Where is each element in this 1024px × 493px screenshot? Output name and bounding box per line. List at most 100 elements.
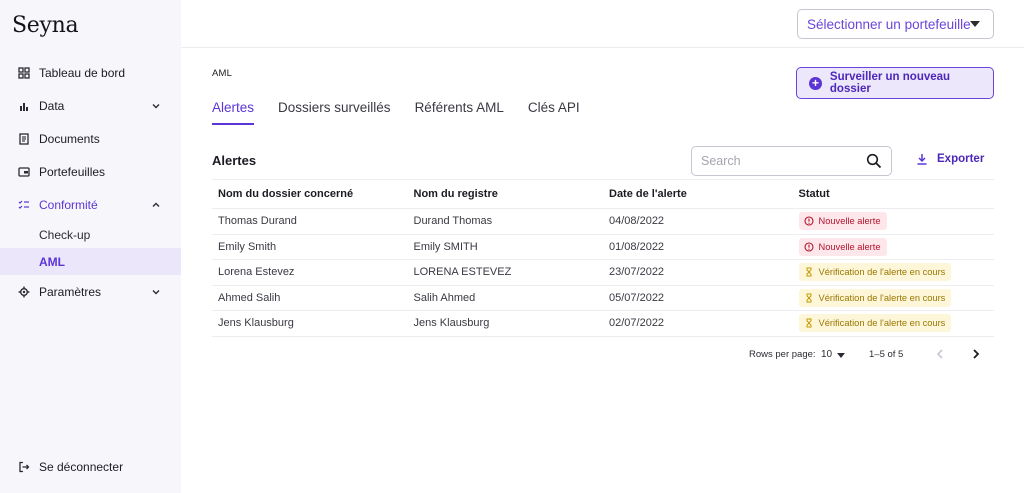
- sidebar-subitem-checkup[interactable]: Check-up: [0, 221, 181, 248]
- column-header-statut[interactable]: Statut: [799, 188, 995, 200]
- status-badge: Nouvelle alerte: [798, 237, 887, 256]
- sidebar-subitem-aml[interactable]: AML: [0, 248, 181, 275]
- status-badge: Vérification de l'alerte en cours: [798, 314, 952, 333]
- column-header-date[interactable]: Date de l'alerte: [603, 188, 799, 200]
- sidebar-item-data[interactable]: Data: [0, 92, 181, 119]
- topbar: Sélectionner un portefeuille: [181, 0, 1024, 48]
- cell-dossier: Thomas Durand: [218, 215, 297, 228]
- table-row[interactable]: Emily Smith Emily SMITH 01/08/2022 Nouve…: [212, 235, 995, 260]
- dashboard-icon: [18, 66, 30, 79]
- sidebar-item-conformite[interactable]: Conformité: [0, 191, 181, 218]
- table-row[interactable]: Jens Klausburg Jens Klausburg 02/07/2022…: [212, 311, 994, 337]
- status-badge: Vérification de l'alerte en cours: [798, 263, 952, 282]
- bar-chart-icon: [18, 100, 30, 112]
- search-input[interactable]: [692, 147, 852, 175]
- cell-statut: Nouvelle alerte: [798, 237, 995, 256]
- caret-down-icon: [970, 21, 980, 27]
- chevron-up-icon[interactable]: [151, 200, 161, 210]
- cell-dossier: Emily Smith: [218, 240, 277, 253]
- cell-statut: Nouvelle alerte: [798, 212, 995, 231]
- cell-dossier: Ahmed Salih: [218, 291, 281, 304]
- sidebar-item-label: Tableau de bord: [39, 65, 126, 80]
- sidebar-subitem-label: Check-up: [39, 227, 91, 242]
- logout-button[interactable]: Se déconnecter: [0, 453, 181, 480]
- column-header-registre[interactable]: Nom du registre: [408, 188, 604, 200]
- hourglass-icon: [806, 293, 811, 303]
- tab-alertes[interactable]: Alertes: [212, 99, 255, 125]
- cell-registre: Emily SMITH: [413, 240, 478, 253]
- sidebar-item-parametres[interactable]: Paramètres: [0, 278, 181, 305]
- chevron-down-icon[interactable]: [151, 287, 161, 297]
- cell-registre: Jens Klausburg: [413, 317, 490, 330]
- breadcrumb: AML: [212, 68, 233, 79]
- download-icon: [917, 154, 927, 165]
- section-title: Alertes: [212, 153, 257, 168]
- cell-date: 05/07/2022: [609, 291, 665, 304]
- gear-icon: [18, 286, 30, 298]
- pagination-range: 1–5 of 5: [869, 349, 904, 360]
- document-icon: [18, 132, 30, 145]
- caret-down-icon[interactable]: [837, 353, 845, 358]
- column-header-dossier[interactable]: Nom du dossier concerné: [212, 188, 408, 200]
- portfolio-select[interactable]: Sélectionner un portefeuille: [797, 9, 994, 39]
- logout-icon: [18, 461, 30, 473]
- sidebar-item-label: Data: [39, 98, 65, 113]
- cell-statut: Vérification de l'alerte en cours: [798, 314, 995, 333]
- chevron-right-icon[interactable]: [969, 347, 983, 361]
- wallet-icon: [18, 166, 30, 178]
- chevron-down-icon[interactable]: [151, 101, 161, 111]
- status-badge: Nouvelle alerte: [798, 212, 887, 231]
- logout-label: Se déconnecter: [39, 459, 124, 474]
- add-circle-icon: +: [809, 76, 822, 90]
- tab-cles-api[interactable]: Clés API: [528, 99, 580, 125]
- tab-referents-aml[interactable]: Référents AML: [415, 99, 504, 125]
- status-label: Nouvelle alerte: [818, 216, 881, 227]
- sidebar: Seyna Tableau de bord Data Documents Por…: [0, 0, 181, 493]
- sidebar-item-portefeuilles[interactable]: Portefeuilles: [0, 158, 181, 185]
- cell-dossier: Jens Klausburg: [218, 317, 294, 330]
- table-row[interactable]: Ahmed Salih Salih Ahmed 05/07/2022 Vérif…: [212, 286, 995, 311]
- alert-circle-icon: [803, 242, 814, 252]
- checklist-icon: [18, 199, 30, 211]
- cell-registre: Durand Thomas: [413, 215, 493, 228]
- cell-date: 01/08/2022: [609, 240, 665, 253]
- search-box: [691, 146, 892, 176]
- cell-date: 23/07/2022: [609, 266, 665, 279]
- sidebar-item-label: Portefeuilles: [39, 164, 106, 179]
- sidebar-item-documents[interactable]: Documents: [0, 125, 181, 152]
- status-badge: Vérification de l'alerte en cours: [798, 288, 952, 307]
- monitor-new-dossier-button[interactable]: + Surveiller un nouveau dossier: [796, 67, 994, 99]
- cell-registre: LORENA ESTEVEZ: [413, 266, 512, 279]
- search-icon[interactable]: [866, 153, 882, 169]
- hourglass-icon: [806, 267, 811, 277]
- table-row[interactable]: Thomas Durand Durand Thomas 04/08/2022 N…: [212, 209, 994, 235]
- cell-statut: Vérification de l'alerte en cours: [798, 288, 995, 307]
- monitor-new-dossier-label: Surveiller un nouveau dossier: [829, 71, 951, 95]
- logo: Seyna: [12, 13, 79, 38]
- sidebar-item-label: Conformité: [39, 197, 98, 212]
- alerts-table: Nom du dossier concerné Nom du registre …: [212, 179, 994, 337]
- rows-per-page-select[interactable]: 10: [821, 349, 832, 360]
- cell-date: 02/07/2022: [609, 317, 665, 330]
- export-button[interactable]: Exporter: [916, 153, 984, 165]
- status-label: Vérification de l'alerte en cours: [818, 267, 946, 278]
- table-row[interactable]: Lorena Estevez LORENA ESTEVEZ 23/07/2022…: [212, 260, 994, 286]
- cell-date: 04/08/2022: [609, 215, 665, 228]
- tab-dossiers-surveilles[interactable]: Dossiers surveillés: [278, 99, 391, 125]
- portfolio-select-value: Sélectionner un portefeuille: [807, 16, 971, 32]
- cell-dossier: Lorena Estevez: [218, 266, 295, 279]
- sidebar-item-label: Documents: [39, 131, 100, 146]
- sidebar-subitem-label: AML: [39, 254, 65, 269]
- table-header: Nom du dossier concerné Nom du registre …: [212, 179, 994, 209]
- export-label: Exporter: [937, 153, 985, 165]
- tabs: Alertes Dossiers surveillés Référents AM…: [212, 99, 604, 125]
- alert-circle-icon: [803, 216, 814, 226]
- status-label: Nouvelle alerte: [818, 241, 881, 252]
- status-label: Vérification de l'alerte en cours: [818, 318, 946, 329]
- rows-per-page-label: Rows per page:: [749, 349, 816, 360]
- sidebar-item-dashboard[interactable]: Tableau de bord: [0, 59, 181, 86]
- cell-statut: Vérification de l'alerte en cours: [798, 263, 995, 282]
- status-label: Vérification de l'alerte en cours: [818, 292, 946, 303]
- chevron-left-icon[interactable]: [933, 347, 947, 361]
- hourglass-icon: [806, 318, 811, 328]
